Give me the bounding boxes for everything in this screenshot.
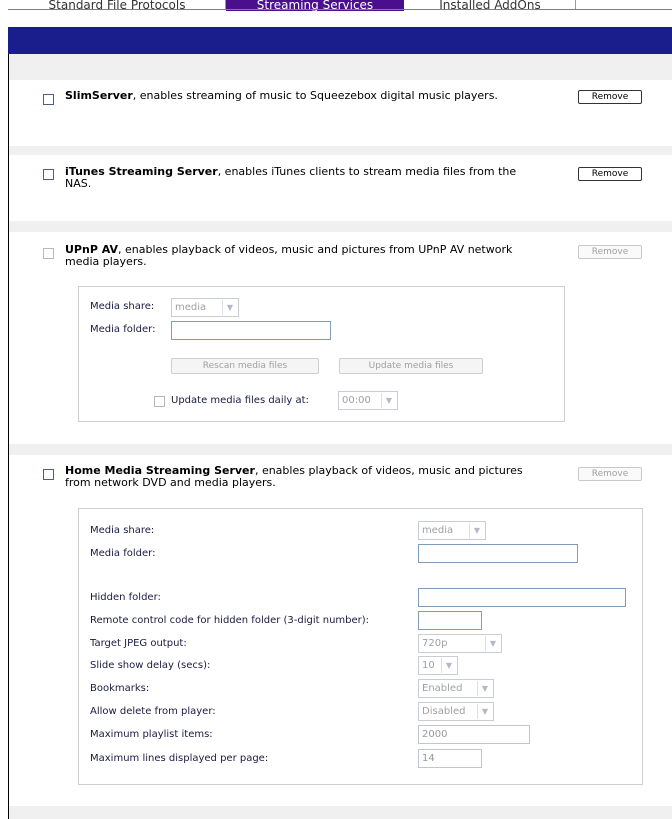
home-media-checkbox[interactable]: [43, 469, 54, 480]
media-folder-label: Media folder:: [90, 548, 156, 559]
max-playlist-input[interactable]: 2000: [418, 725, 530, 744]
chevron-down-icon: ▼: [485, 636, 500, 651]
home-media-share-select[interactable]: media ▼: [418, 521, 486, 540]
itunes-checkbox[interactable]: [43, 169, 54, 180]
slimserver-description: SlimServer, enables streaming of music t…: [65, 90, 535, 102]
select-value: 00:00: [342, 395, 371, 406]
button-label: Rescan media files: [202, 361, 288, 371]
upnp-settings-box: Media share: media ▼ Media folder: Rescan…: [78, 286, 565, 422]
chevron-down-icon: ▼: [222, 300, 237, 315]
hidden-folder-label: Hidden folder:: [90, 592, 161, 603]
hidden-folder-input[interactable]: [418, 588, 626, 607]
chevron-down-icon: ▼: [441, 658, 456, 673]
button-label: Remove: [591, 169, 629, 179]
button-label: Remove: [591, 469, 629, 479]
select-value: Enabled: [422, 683, 463, 694]
chevron-down-icon: ▼: [469, 523, 484, 538]
upnp-media-share-select[interactable]: media ▼: [171, 298, 239, 317]
max-playlist-label: Maximum playlist items:: [90, 729, 213, 740]
upnp-media-folder-input[interactable]: [171, 321, 331, 340]
allow-delete-label: Allow delete from player:: [90, 706, 216, 717]
chevron-down-icon: ▼: [381, 393, 396, 408]
itunes-remove-button[interactable]: Remove: [578, 167, 642, 181]
select-value: Disabled: [422, 706, 466, 717]
media-share-label: Media share:: [90, 525, 155, 536]
upnp-description: UPnP AV, enables playback of videos, mus…: [65, 244, 535, 268]
select-value: media: [422, 525, 454, 536]
home-media-remove-button[interactable]: Remove: [578, 467, 642, 481]
chevron-down-icon: ▼: [477, 681, 492, 696]
itunes-description: iTunes Streaming Server, enables iTunes …: [65, 166, 545, 190]
slide-delay-select[interactable]: 10 ▼: [418, 656, 458, 675]
service-desc: , enables streaming of music to Squeezeb…: [132, 89, 498, 102]
itunes-panel: iTunes Streaming Server, enables iTunes …: [9, 155, 672, 221]
home-media-description: Home Media Streaming Server, enables pla…: [65, 465, 535, 489]
max-lines-input[interactable]: 14: [418, 749, 482, 768]
button-label: Remove: [591, 92, 629, 102]
remote-code-label: Remote control code for hidden folder (3…: [90, 615, 370, 626]
service-desc: , enables playback of videos, music and …: [65, 243, 513, 268]
jpeg-output-label: Target JPEG output:: [90, 638, 187, 649]
chevron-down-icon: ▼: [477, 704, 492, 719]
remote-code-input[interactable]: [418, 611, 482, 630]
update-daily-time-select[interactable]: 00:00 ▼: [338, 391, 398, 410]
allow-delete-select[interactable]: Disabled ▼: [418, 702, 494, 721]
update-media-button[interactable]: Update media files: [339, 358, 483, 374]
select-value: 720p: [422, 638, 448, 649]
select-value: media: [175, 302, 207, 313]
upnp-remove-button[interactable]: Remove: [578, 245, 642, 259]
upnp-checkbox[interactable]: [43, 248, 54, 259]
button-label: Update media files: [368, 361, 454, 371]
slimserver-checkbox[interactable]: [43, 94, 54, 105]
home-media-panel: Home Media Streaming Server, enables pla…: [9, 455, 672, 806]
slimserver-remove-button[interactable]: Remove: [578, 90, 642, 104]
slide-delay-label: Slide show delay (secs):: [90, 660, 211, 671]
media-share-label: Media share:: [90, 301, 155, 312]
slimserver-panel: SlimServer, enables streaming of music t…: [9, 80, 672, 146]
media-folder-label: Media folder:: [90, 324, 156, 335]
select-value: 10: [422, 660, 435, 671]
bookmarks-label: Bookmarks:: [90, 683, 150, 694]
service-name: SlimServer: [65, 89, 133, 102]
rescan-media-button[interactable]: Rescan media files: [171, 358, 319, 374]
home-media-folder-input[interactable]: [418, 544, 578, 563]
max-lines-label: Maximum lines displayed per page:: [90, 753, 269, 764]
header-bar: [8, 27, 672, 54]
bookmarks-select[interactable]: Enabled ▼: [418, 679, 494, 698]
update-daily-label: Update media files daily at:: [171, 395, 309, 406]
button-label: Remove: [591, 247, 629, 257]
update-daily-checkbox[interactable]: [154, 396, 165, 407]
home-media-settings-box: Media share: media ▼ Media folder: Hidden…: [78, 508, 643, 785]
upnp-panel: UPnP AV, enables playback of videos, mus…: [9, 232, 672, 444]
tab-bar: Standard File Protocols Streaming Servic…: [8, 0, 672, 11]
jpeg-output-select[interactable]: 720p ▼: [418, 634, 502, 653]
